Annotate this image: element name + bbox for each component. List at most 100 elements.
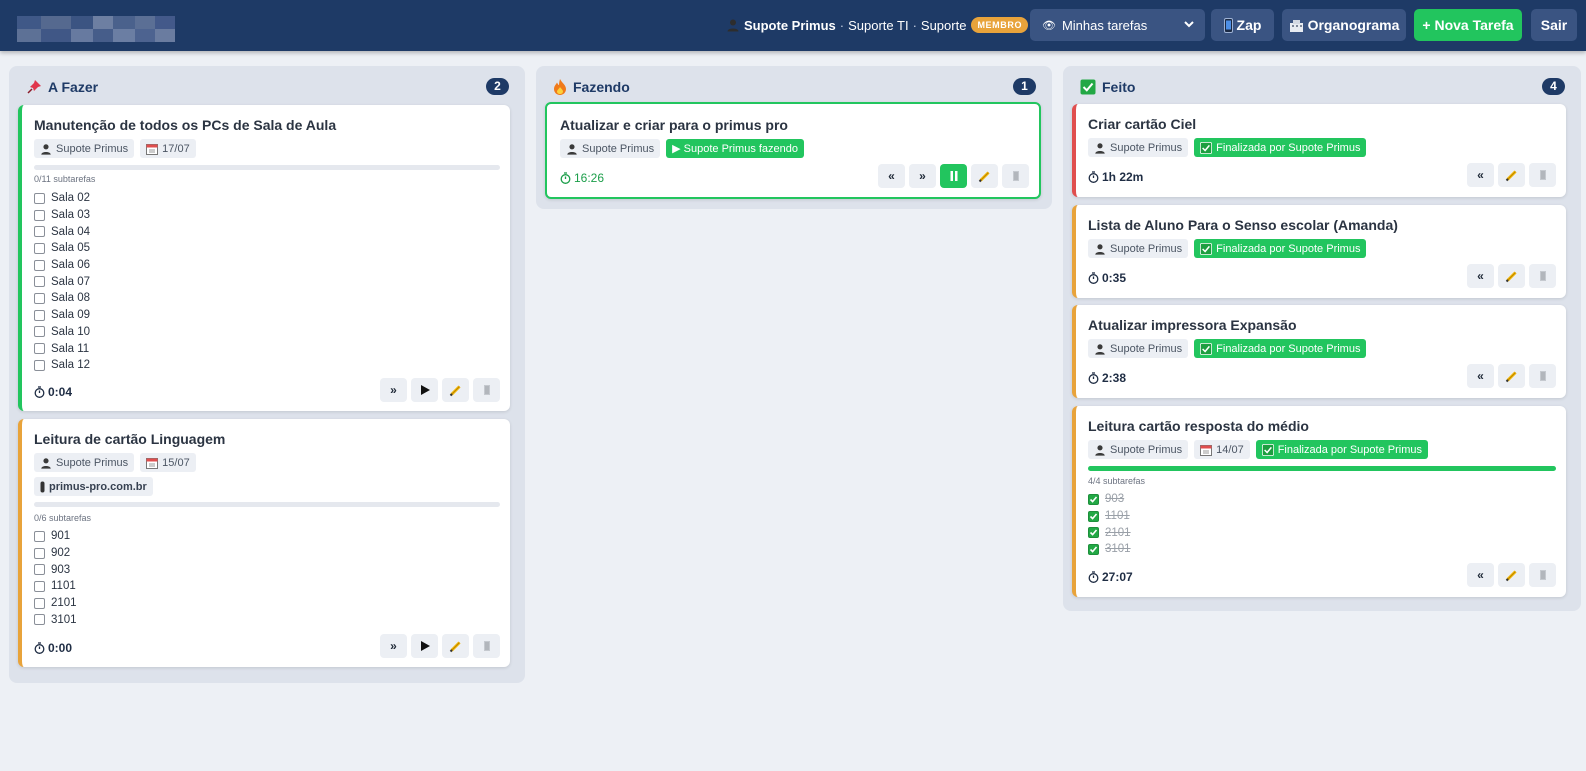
- start-button[interactable]: [411, 378, 438, 402]
- eye-icon: 👁: [1042, 19, 1056, 32]
- subtask-count: 0/11 subtarefas: [34, 174, 96, 184]
- subtask-checkbox[interactable]: [34, 209, 45, 221]
- delete-button[interactable]: [1529, 264, 1556, 288]
- move-forward-button[interactable]: »: [380, 378, 407, 402]
- link-chip[interactable]: primus-pro.com.br: [34, 477, 153, 496]
- stopwatch-icon: [1088, 571, 1099, 583]
- subtask-checkbox[interactable]: [34, 359, 45, 371]
- status-text: Finalizada por Supote Primus: [1277, 443, 1422, 456]
- zap-label: Zap: [1236, 17, 1262, 33]
- task-timer: 0:04: [34, 385, 72, 399]
- task-card[interactable]: Leitura de cartão Linguagem Supote Primu…: [18, 419, 510, 667]
- edit-button[interactable]: [442, 634, 469, 658]
- column-header: A Fazer 2: [26, 77, 509, 97]
- phone-icon: [1223, 17, 1233, 33]
- task-card[interactable]: Atualizar impressora Expansão Supote Pri…: [1072, 305, 1566, 398]
- move-back-button[interactable]: «: [1467, 364, 1494, 388]
- task-actions: «: [1467, 264, 1556, 288]
- edit-button[interactable]: [1498, 264, 1525, 288]
- stopwatch-icon: [560, 172, 571, 184]
- subtask-checkbox[interactable]: [34, 343, 45, 355]
- delete-button[interactable]: [473, 634, 500, 658]
- subtask-checkbox[interactable]: [34, 597, 45, 609]
- subtask-checkbox[interactable]: [34, 614, 45, 626]
- logout-button[interactable]: Sair: [1531, 9, 1577, 41]
- delete-button[interactable]: [1529, 364, 1556, 388]
- task-meta: Supote Primus Finalizada por Supote Prim…: [1088, 239, 1367, 258]
- subtask-label: Sala 05: [51, 242, 91, 255]
- subtask-checkbox[interactable]: [34, 192, 45, 204]
- edit-button[interactable]: [1498, 163, 1525, 187]
- building-icon: [1289, 19, 1303, 32]
- delete-button[interactable]: [473, 378, 500, 402]
- subtask-progress-bar: [1088, 466, 1556, 471]
- move-back-button[interactable]: «: [1467, 264, 1494, 288]
- task-card-active[interactable]: Atualizar e criar para o primus pro Supo…: [545, 102, 1041, 199]
- move-forward-button[interactable]: »: [909, 164, 936, 188]
- calendar-icon: [146, 143, 159, 155]
- subtask-checkbox[interactable]: [34, 547, 45, 559]
- task-card[interactable]: Leitura cartão resposta do médio Supote …: [1072, 406, 1566, 597]
- subtask-checkbox[interactable]: [34, 580, 45, 592]
- due-date: 15/07: [162, 456, 190, 469]
- task-title: Atualizar e criar para o primus pro: [560, 117, 788, 133]
- subtask-list: 903 1101 2101 3101: [1088, 491, 1131, 558]
- subtask-checkbox[interactable]: [34, 242, 45, 254]
- subtask-checkbox[interactable]: [1088, 510, 1099, 522]
- link-icon: [40, 481, 45, 492]
- zap-button[interactable]: Zap: [1211, 9, 1274, 41]
- delete-button[interactable]: [1529, 163, 1556, 187]
- subtask-checkbox[interactable]: [34, 564, 45, 576]
- subtask-item: Sala 10: [34, 324, 90, 341]
- subtask-label: Sala 06: [51, 259, 91, 272]
- task-filter-select[interactable]: 👁 Minhas tarefas: [1030, 9, 1205, 41]
- task-card[interactable]: Lista de Aluno Para o Senso escolar (Ama…: [1072, 205, 1566, 298]
- edit-button[interactable]: [442, 378, 469, 402]
- subtask-checkbox[interactable]: [34, 276, 45, 288]
- move-forward-button[interactable]: »: [380, 634, 407, 658]
- check-box-icon: [1080, 79, 1096, 95]
- move-back-button[interactable]: «: [1467, 563, 1494, 587]
- subtask-item: Sala 06: [34, 257, 90, 274]
- subtask-checkbox[interactable]: [1088, 527, 1099, 539]
- task-card[interactable]: Criar cartão Ciel Supote Primus Finaliza…: [1072, 104, 1566, 197]
- task-actions: »: [380, 378, 500, 402]
- subtask-checkbox[interactable]: [1088, 543, 1099, 555]
- pencil-icon: [1505, 271, 1517, 283]
- task-meta: Supote Primus ▶ Supote Primus fazendo: [560, 139, 805, 158]
- edit-button[interactable]: [1498, 364, 1525, 388]
- assignee-chip: Supote Primus: [1088, 138, 1189, 157]
- column-count: 2: [486, 78, 509, 95]
- pause-button[interactable]: [940, 164, 967, 188]
- subtask-checkbox[interactable]: [1088, 493, 1099, 505]
- new-task-button[interactable]: + Nova Tarefa: [1414, 9, 1522, 41]
- area: Suporte: [920, 17, 967, 33]
- edit-button[interactable]: [1498, 563, 1525, 587]
- subtask-label: 903: [51, 563, 71, 576]
- status-text: Finalizada por Supote Primus: [1216, 342, 1361, 355]
- task-card[interactable]: Manutenção de todos os PCs de Sala de Au…: [18, 105, 510, 411]
- subtask-checkbox[interactable]: [34, 292, 45, 304]
- edit-button[interactable]: [971, 164, 998, 188]
- subtask-checkbox[interactable]: [34, 226, 45, 238]
- delete-button[interactable]: [1529, 563, 1556, 587]
- play-icon: [420, 641, 430, 651]
- subtask-item: 903: [34, 561, 77, 578]
- trash-icon: [1012, 171, 1019, 181]
- delete-button[interactable]: [1002, 164, 1029, 188]
- move-back-button[interactable]: «: [878, 164, 905, 188]
- status-chip: ▶ Supote Primus fazendo: [666, 139, 805, 158]
- subtask-item: 3101: [34, 611, 77, 628]
- subtask-count: 0/6 subtarefas: [34, 513, 92, 523]
- subtask-item: Sala 03: [34, 207, 90, 224]
- pause-icon: [950, 171, 957, 181]
- assignee-name: Supote Primus: [1110, 242, 1183, 255]
- subtask-checkbox[interactable]: [34, 259, 45, 271]
- organogram-button[interactable]: Organograma: [1282, 9, 1406, 41]
- start-button[interactable]: [411, 634, 438, 658]
- subtask-checkbox[interactable]: [34, 326, 45, 338]
- move-back-button[interactable]: «: [1467, 163, 1494, 187]
- subtask-checkbox[interactable]: [34, 530, 45, 542]
- subtask-checkbox[interactable]: [34, 309, 45, 321]
- task-actions: »: [380, 634, 500, 658]
